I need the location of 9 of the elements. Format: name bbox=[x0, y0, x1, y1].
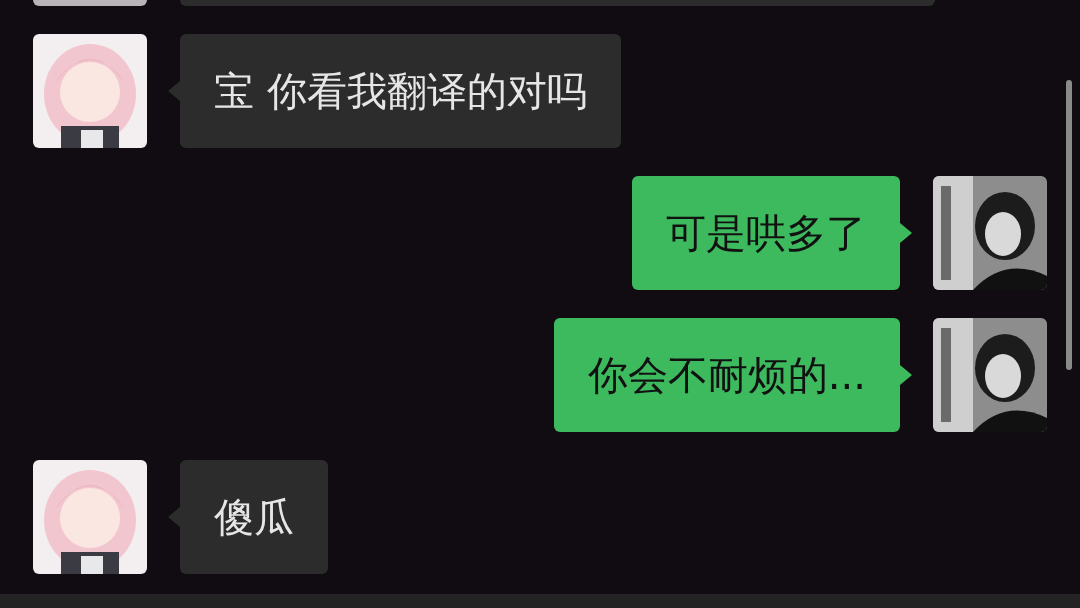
message-bubble: 你会不耐烦的... bbox=[553, 318, 900, 432]
message-bubble: 宝 你看我翻译的对吗 bbox=[180, 34, 621, 148]
scrollbar[interactable] bbox=[1066, 80, 1072, 370]
message-bubble: 可是哄多了 bbox=[632, 176, 900, 290]
bubble-tail bbox=[168, 81, 180, 101]
bubble-tail bbox=[900, 365, 912, 385]
message-bubble: 傻瓜 bbox=[180, 460, 328, 574]
bubble-tail bbox=[168, 507, 180, 527]
bubble-tail bbox=[900, 223, 912, 243]
